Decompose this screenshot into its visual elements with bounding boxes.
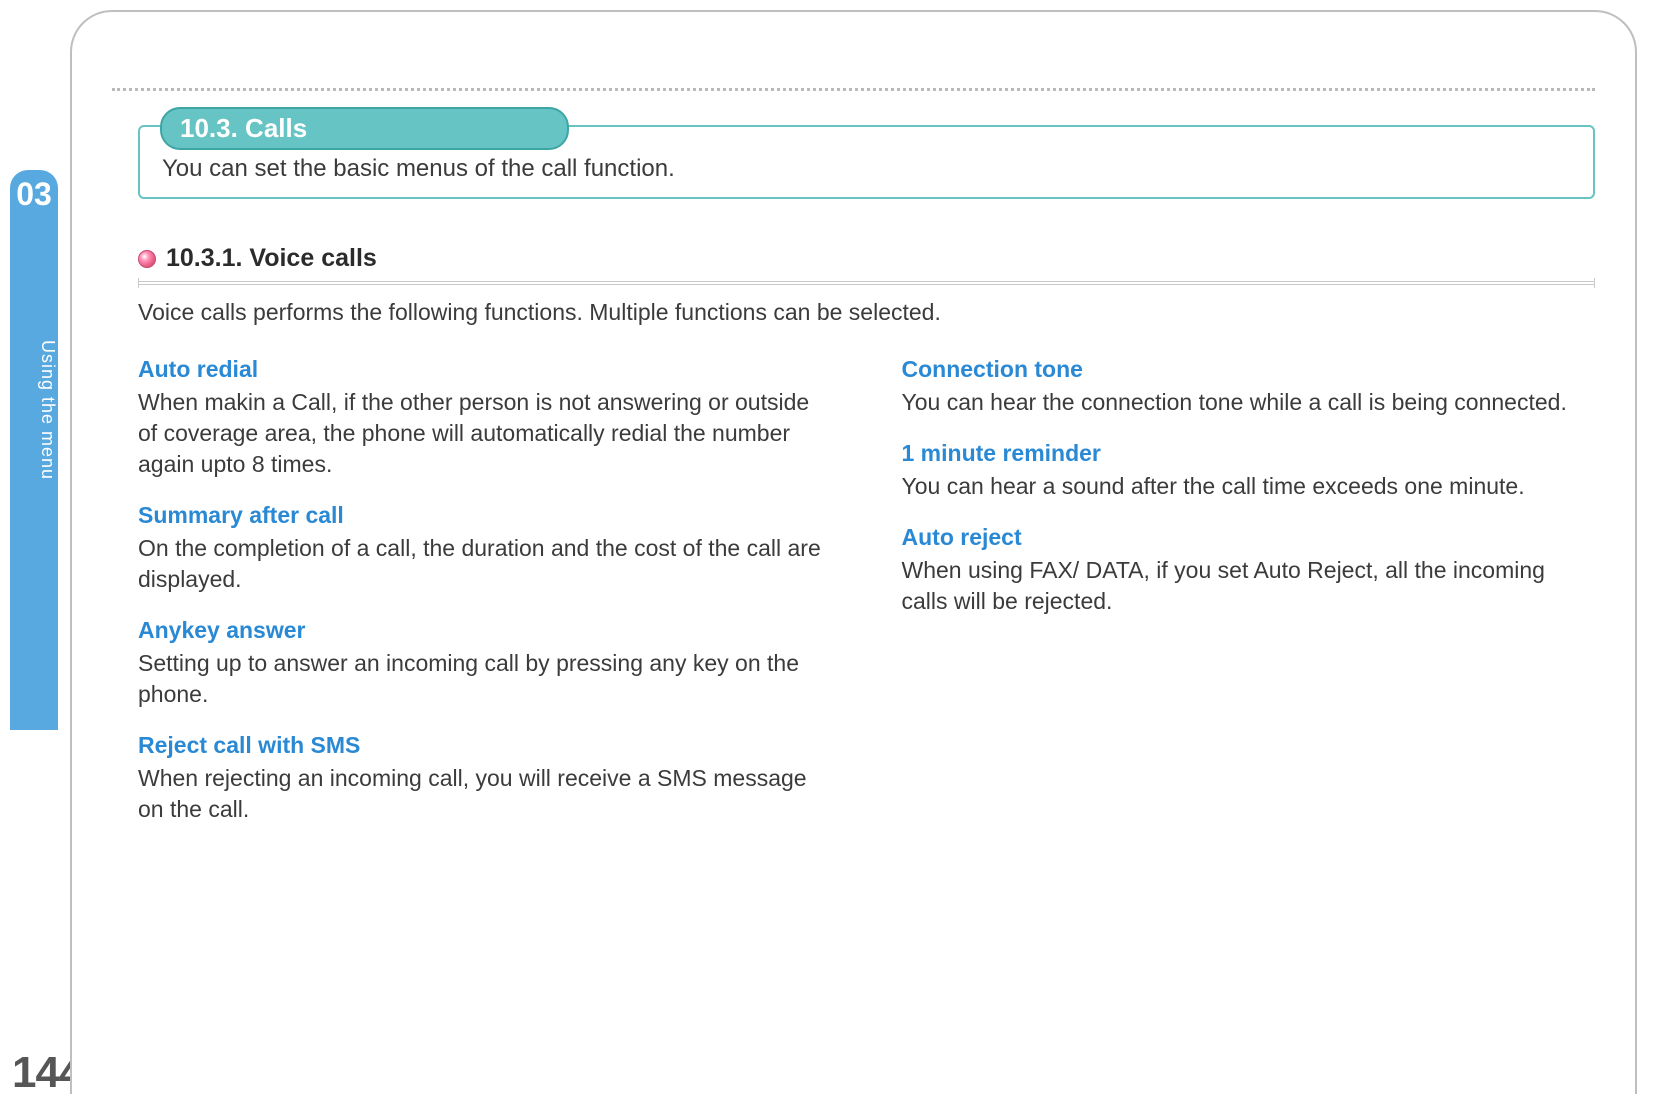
feature-title: Auto reject [902, 524, 1596, 551]
feature-item: Auto redial When makin a Call, if the ot… [138, 356, 832, 480]
feature-desc: On the completion of a call, the duratio… [138, 533, 832, 595]
feature-title: Connection tone [902, 356, 1596, 383]
chapter-number: 03 [10, 176, 58, 213]
callout-body: You can set the basic menus of the call … [162, 155, 1571, 183]
feature-desc: You can hear a sound after the call time… [902, 471, 1596, 502]
subsection-intro: Voice calls performs the following funct… [138, 299, 1595, 326]
feature-column-left: Auto redial When makin a Call, if the ot… [138, 356, 832, 847]
section-callout: 10.3. Calls You can set the basic menus … [138, 125, 1595, 199]
subsection: 10.3.1. Voice calls Voice calls performs… [138, 244, 1595, 847]
feature-item: Reject call with SMS When rejecting an i… [138, 732, 832, 825]
feature-title: Anykey answer [138, 617, 832, 644]
chapter-tab: 03 Using the menu [10, 170, 58, 730]
feature-item: 1 minute reminder You can hear a sound a… [902, 440, 1596, 502]
feature-item: Auto reject When using FAX/ DATA, if you… [902, 524, 1596, 617]
feature-title: Reject call with SMS [138, 732, 832, 759]
bullet-icon [138, 250, 156, 268]
feature-item: Anykey answer Setting up to answer an in… [138, 617, 832, 710]
callout-title: 10.3. Calls [160, 107, 569, 150]
feature-title: Auto redial [138, 356, 832, 383]
feature-item: Connection tone You can hear the connect… [902, 356, 1596, 418]
page-frame: 10.3. Calls You can set the basic menus … [70, 10, 1637, 1094]
feature-title: 1 minute reminder [902, 440, 1596, 467]
chapter-number-text: 03 [16, 176, 52, 212]
section-rule [138, 281, 1595, 285]
feature-desc: You can hear the connection tone while a… [902, 387, 1596, 418]
feature-title: Summary after call [138, 502, 832, 529]
subsection-header: 10.3.1. Voice calls [138, 244, 1595, 281]
feature-desc: When rejecting an incoming call, you wil… [138, 763, 832, 825]
feature-columns: Auto redial When makin a Call, if the ot… [138, 356, 1595, 847]
feature-desc: When makin a Call, if the other person i… [138, 387, 832, 480]
dotted-divider [112, 88, 1595, 91]
subsection-title: 10.3.1. Voice calls [166, 244, 377, 273]
chapter-label: Using the menu [10, 340, 58, 480]
feature-column-right: Connection tone You can hear the connect… [902, 356, 1596, 847]
feature-item: Summary after call On the completion of … [138, 502, 832, 595]
feature-desc: When using FAX/ DATA, if you set Auto Re… [902, 555, 1596, 617]
feature-desc: Setting up to answer an incoming call by… [138, 648, 832, 710]
